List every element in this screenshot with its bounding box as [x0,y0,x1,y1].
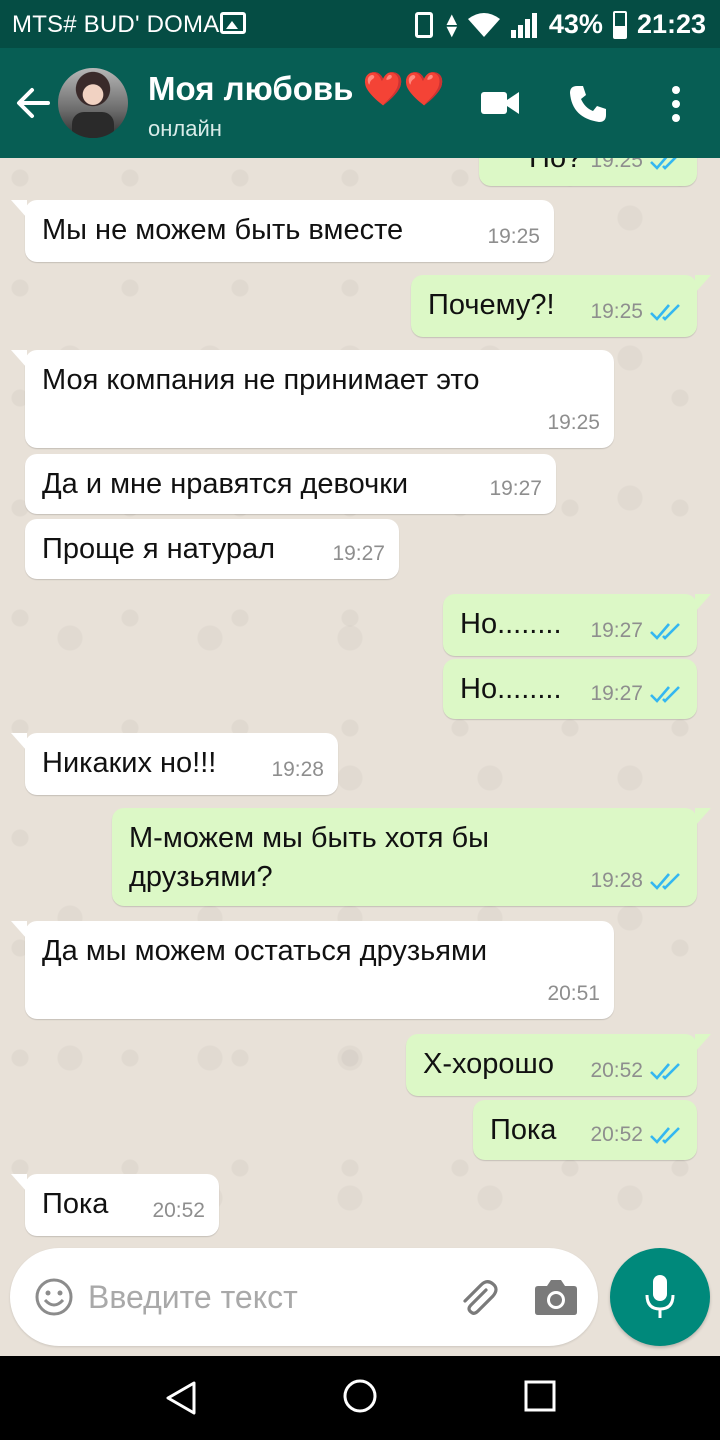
message-text: Пока [42,1188,109,1220]
chat-header: Моя любовь ❤️❤️ онлайн [0,48,720,158]
contact-status: онлайн [148,116,222,141]
image-notification-icon [220,12,246,34]
message-input[interactable] [88,1276,428,1318]
message-text: Но........ [460,673,562,705]
contact-name[interactable]: Моя любовь ❤️❤️ [148,70,445,109]
message-meta: 19:25 [590,158,683,180]
message-time: 19:25 [547,411,600,434]
message-meta: 19:28 [590,862,683,900]
message-text: Но? [529,158,583,174]
message-outgoing[interactable]: Почему?! 19:25 [411,275,711,337]
message-outgoing[interactable]: Х-хорошо 20:52 [406,1034,711,1096]
message-time: 19:27 [332,542,385,565]
message-meta: 20:52 [590,1052,683,1090]
message-outgoing[interactable]: Но........ 19:27 [443,594,711,656]
mic-icon [645,1275,675,1318]
message-incoming[interactable]: Проще я натурал 19:27 [25,519,399,579]
message-time: 19:27 [590,682,643,705]
message-text: Да и мне нравятся девочки [42,468,409,500]
video-call-icon[interactable] [480,88,520,118]
message-text: Моя компания не принимает это [42,364,480,396]
message-incoming[interactable]: Пока 20:52 [11,1174,219,1236]
composer [0,1248,720,1356]
message-meta: 19:28 [271,751,324,789]
more-vert-icon[interactable] [664,84,688,124]
message-meta: 19:25 [547,404,600,442]
read-ticks-icon [650,1063,680,1080]
message-list[interactable]: Но? 19:25 Мы не можем быть вместе 19:25 … [0,158,720,1248]
message-incoming[interactable]: Да мы можем остаться друзьями 20:51 [11,921,614,1019]
nav-recents-icon[interactable] [524,1380,556,1412]
message-time: 20:51 [547,982,600,1005]
camera-icon[interactable] [534,1278,578,1316]
carrier-name: MTS# BUD' DOMA [12,11,220,38]
message-time: 19:25 [590,158,643,172]
message-outgoing[interactable]: Пока 20:52 [473,1100,697,1160]
message-time: 20:52 [590,1123,643,1146]
mic-button[interactable] [610,1248,710,1346]
message-incoming[interactable]: Никаких но!!! 19:28 [11,733,338,795]
status-bar: MTS# BUD' DOMA ▲ ▼ 43% 21:23 [0,0,720,48]
message-time: 20:52 [590,1059,643,1082]
message-text: Да мы можем остаться друзьями [42,935,488,967]
wifi-icon [467,12,500,37]
battery-percent: 43% [548,9,603,39]
message-text: М-можем мы быть хотя бы друзьями? [129,822,489,893]
message-meta: 19:27 [590,675,683,713]
message-incoming[interactable]: Моя компания не принимает это 19:25 [11,350,614,448]
data-arrows-icon: ▲ ▼ [442,8,461,41]
message-incoming[interactable]: Да и мне нравятся девочки 19:27 [25,454,556,514]
message-input-box[interactable] [10,1248,598,1346]
message-outgoing[interactable]: М-можем мы быть хотя бы друзьями? 19:28 [112,808,711,906]
back-arrow-icon[interactable] [14,84,52,122]
vibrate-icon [414,11,433,38]
contact-avatar[interactable] [58,68,128,138]
emoji-icon[interactable] [34,1277,74,1317]
read-ticks-icon [650,158,677,170]
message-time: 19:25 [487,225,540,248]
message-meta: 19:25 [487,218,540,256]
read-ticks-icon [650,873,680,890]
message-time: 19:27 [590,619,643,642]
signal-icon [510,12,537,38]
battery-icon [612,10,627,39]
message-time: 20:52 [152,1199,205,1222]
attach-icon[interactable] [456,1276,500,1320]
message-incoming[interactable]: Мы не можем быть вместе 19:25 [11,200,554,262]
message-meta: 20:51 [547,975,600,1013]
read-ticks-icon [650,304,680,321]
message-meta: 20:52 [590,1116,683,1154]
message-time: 19:25 [590,300,643,323]
read-ticks-icon [650,623,680,640]
message-meta: 19:27 [489,470,542,508]
message-outgoing[interactable]: Но........ 19:27 [443,659,697,719]
message-time: 19:28 [271,758,324,781]
message-text: Х-хорошо [423,1048,554,1080]
message-meta: 19:27 [590,612,683,650]
read-ticks-icon [650,1127,680,1144]
message-meta: 19:27 [332,535,385,573]
nav-home-icon[interactable] [342,1378,378,1414]
message-meta: 19:25 [590,293,683,331]
message-text: Проще я натурал [42,533,276,565]
read-ticks-icon [650,686,680,703]
phone-icon[interactable] [568,84,608,124]
message-outgoing[interactable]: Но? 19:25 [479,158,697,186]
message-text: Никаких но!!! [42,747,217,779]
message-text: Пока [490,1114,557,1146]
clock: 21:23 [636,9,706,39]
status-icons: ▲ ▼ 43% 21:23 [414,8,706,41]
message-time: 19:28 [590,869,643,892]
message-text: Но........ [460,608,562,640]
message-meta: 20:52 [152,1192,205,1230]
message-time: 19:27 [489,477,542,500]
message-text: Мы не можем быть вместе [42,214,404,246]
system-nav-bar [0,1356,720,1440]
nav-back-icon[interactable] [164,1380,198,1416]
message-text: Почему?! [428,289,555,321]
